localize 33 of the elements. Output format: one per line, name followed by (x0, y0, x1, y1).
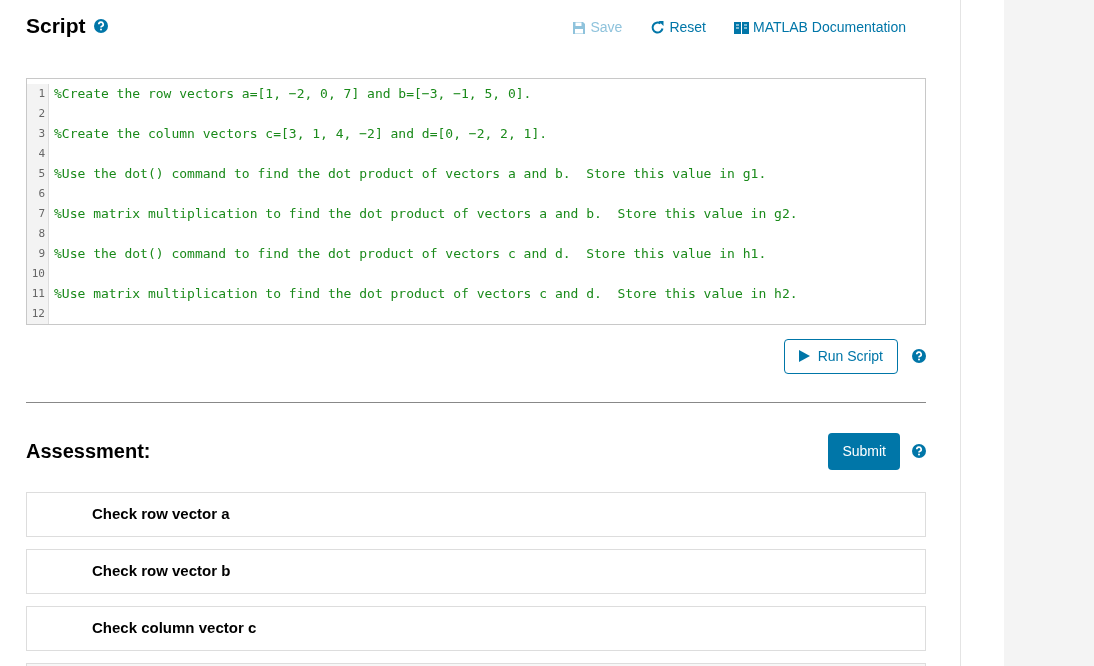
code-line: %Use the dot() command to find the dot product of vectors a and b. Store this value in g1. (54, 164, 768, 183)
assessment-item[interactable]: Check column vector c (26, 605, 926, 651)
code-line: %Use matrix multiplication to find the dot product of vectors a and b. Store this value in g2. (54, 204, 799, 223)
line-number: 10 (30, 265, 46, 282)
line-number: 9 (37, 245, 46, 262)
submit-button[interactable]: Submit (828, 432, 900, 470)
line-number: 11 (30, 285, 46, 302)
line-number: 2 (37, 105, 46, 122)
line-number: 1 (37, 85, 46, 102)
line-number: 7 (37, 205, 46, 222)
line-number: 8 (37, 225, 46, 242)
help-icon[interactable] (93, 18, 108, 33)
assessment-item[interactable]: Check row vector a (26, 491, 926, 537)
line-number: 5 (37, 165, 46, 182)
help-icon[interactable] (912, 349, 926, 363)
code-line: %Use matrix multiplication to find the dot product of vectors c and d. Store this value in h2. (54, 284, 799, 303)
code-line: %Use the dot() command to find the dot product of vectors c and d. Store this value in h1. (54, 244, 768, 263)
line-number: 12 (30, 305, 46, 322)
help-icon[interactable] (912, 444, 926, 458)
line-number: 3 (37, 125, 46, 142)
documentation-link[interactable]: MATLAB Documentation (733, 17, 906, 39)
script-title: Script (26, 13, 86, 39)
assessment-title: Assessment: (26, 439, 151, 464)
line-number: 4 (37, 145, 46, 162)
run-script-button[interactable]: Run Script (783, 338, 898, 374)
book-icon (733, 21, 749, 35)
line-number: 6 (37, 185, 46, 202)
code-line: %Create the column vectors c=[3, 1, 4, −2] and d=[0, −2, 2, 1]. (54, 124, 549, 143)
play-icon (798, 350, 810, 362)
reset-button[interactable]: Reset (650, 17, 706, 39)
code-line: %Create the row vectors a=[1, −2, 0, 7] and b=[−3, −1, 5, 0]. (54, 84, 533, 103)
assessment-item[interactable]: Check row vector b (26, 548, 926, 594)
reset-icon (650, 20, 666, 36)
